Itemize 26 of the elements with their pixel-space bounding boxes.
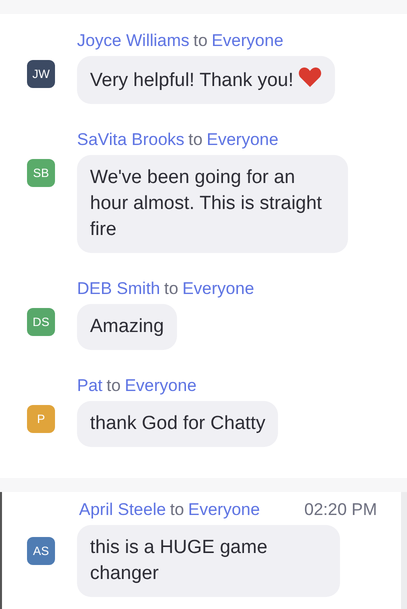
message-bubble: thank God for Chatty — [77, 401, 278, 447]
recipient-name: Everyone — [182, 279, 254, 299]
sender-name: April Steele — [79, 500, 166, 520]
to-label: to — [106, 376, 121, 396]
message-time: 02:20 PM — [304, 500, 377, 520]
recipient-name: Everyone — [124, 376, 197, 396]
message-bubble: We've been going for an hour almost. This is straight fire — [77, 155, 348, 253]
to-label: to — [170, 500, 184, 520]
message-bubble: Very helpful! Thank you! — [77, 56, 334, 104]
recipient-name: Everyone — [188, 500, 260, 520]
sender-name: Pat — [77, 376, 103, 396]
to-label: to — [164, 279, 178, 299]
recipient-name: Everyone — [206, 130, 278, 150]
sender-name: DEB Smith — [77, 279, 160, 299]
sender-name: Joyce Williams — [77, 31, 190, 51]
avatar: JW — [27, 60, 55, 88]
message-bubble: this is a HUGE game changer — [77, 525, 340, 597]
sender-name: SaVita Brooks — [77, 130, 184, 150]
avatar: P — [27, 405, 55, 433]
message-bubble: Amazing — [77, 304, 177, 350]
to-label: to — [188, 130, 203, 150]
avatar: AS — [27, 537, 55, 565]
to-label: to — [193, 31, 208, 51]
recipient-name: Everyone — [212, 31, 284, 51]
avatar: SB — [27, 159, 55, 187]
avatar: DS — [27, 308, 55, 336]
